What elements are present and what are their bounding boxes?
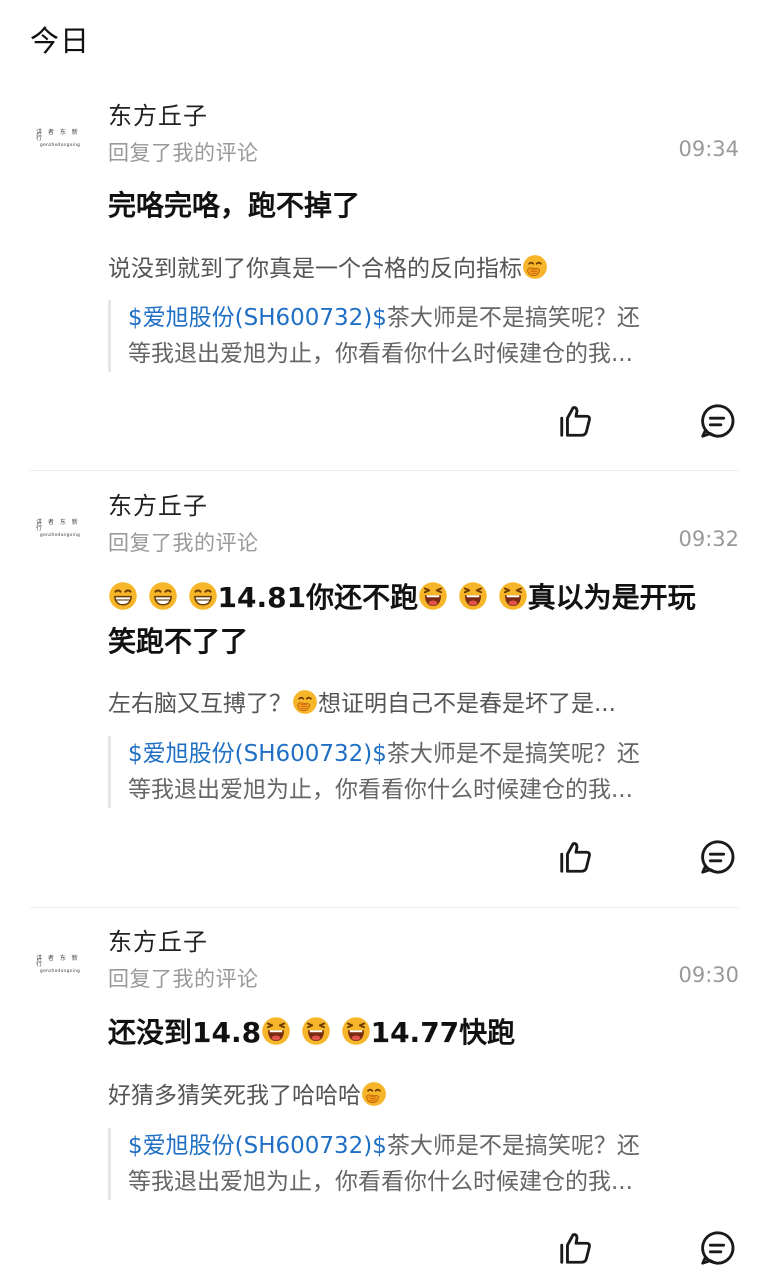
like-button[interactable] bbox=[556, 1228, 596, 1268]
reply-title-text: 笑跑不了了 bbox=[108, 625, 249, 658]
reply-body[interactable]: 左右脑又互搏了？ 想证明自己不是春是坏了是... bbox=[108, 684, 728, 718]
action-text: 回复了我的评论 bbox=[108, 141, 259, 165]
divider bbox=[30, 470, 739, 471]
avatar[interactable]: 讲 者 东 新 行 genzhedongxing bbox=[36, 954, 84, 974]
avatar[interactable]: 讲 者 东 新 行 genzhedongxing bbox=[36, 518, 84, 538]
thumbs-up-icon bbox=[557, 402, 595, 440]
reply-title-text: 还没到14.8 bbox=[108, 1016, 262, 1049]
user-name[interactable]: 东方丘子 bbox=[108, 922, 208, 957]
quoted-comment[interactable]: $爱旭股份(SH600732)$茶大师是不是搞笑呢？还 等我退出爱旭为止，你看看… bbox=[108, 300, 738, 372]
laughing-emoji-icon bbox=[498, 581, 528, 611]
timestamp: 09:32 bbox=[678, 527, 739, 551]
thumbs-up-icon bbox=[557, 1229, 595, 1267]
timestamp: 09:34 bbox=[678, 137, 739, 161]
avatar-subtext: genzhedongxing bbox=[39, 968, 81, 974]
grinning-emoji-icon bbox=[108, 581, 138, 611]
stock-link[interactable]: $爱旭股份(SH600732)$ bbox=[128, 305, 387, 331]
user-name[interactable]: 东方丘子 bbox=[108, 96, 208, 131]
grinning-emoji-icon bbox=[148, 581, 178, 611]
face-with-hand-over-mouth-emoji-icon bbox=[361, 1081, 387, 1107]
reply-body-text: 想证明自己不是春是坏了是... bbox=[318, 691, 616, 717]
face-with-hand-over-mouth-emoji-icon bbox=[522, 254, 548, 280]
quote-text: 茶大师是不是搞笑呢？还 bbox=[386, 741, 640, 767]
thumbs-up-icon bbox=[557, 838, 595, 876]
user-name[interactable]: 东方丘子 bbox=[108, 486, 208, 521]
comment-button[interactable] bbox=[697, 1228, 737, 1268]
reply-body[interactable]: 好猜多猜笑死我了哈哈哈 bbox=[108, 1076, 728, 1110]
avatar-text: 讲 者 东 新 行 bbox=[36, 954, 80, 968]
reply-title[interactable]: 14.81你还不跑 真以为是开玩 笑跑不了了 bbox=[108, 576, 728, 664]
grinning-emoji-icon bbox=[188, 581, 218, 611]
avatar-subtext: genzhedongxing bbox=[39, 532, 81, 538]
reply-title-text: 14.77快跑 bbox=[370, 1016, 516, 1049]
quote-text: 等我退出爱旭为止，你看看你什么时候建仓的我... bbox=[128, 341, 633, 367]
reply-title-text: 14.81你还不跑 bbox=[217, 581, 419, 614]
quote-text: 等我退出爱旭为止，你看看你什么时候建仓的我... bbox=[128, 1169, 633, 1195]
avatar[interactable]: 讲 者 东 新 行 genzhedongxing bbox=[36, 128, 84, 148]
reply-body-text: 说没到就到了你真是一个合格的反向指标 bbox=[108, 256, 522, 282]
divider bbox=[30, 907, 739, 908]
quote-text: 等我退出爱旭为止，你看看你什么时候建仓的我... bbox=[128, 777, 633, 803]
comment-bubble-icon bbox=[698, 838, 736, 876]
comment-bubble-icon bbox=[698, 1229, 736, 1267]
quote-text: 茶大师是不是搞笑呢？还 bbox=[386, 1133, 640, 1159]
reply-body[interactable]: 说没到就到了你真是一个合格的反向指标 bbox=[108, 249, 728, 283]
reply-title[interactable]: 完咯完咯，跑不掉了 bbox=[108, 184, 728, 228]
reply-title[interactable]: 还没到14.8 14.77快跑 bbox=[108, 1011, 728, 1055]
reply-title-text: 真以为是开玩 bbox=[527, 581, 696, 614]
comment-bubble-icon bbox=[698, 402, 736, 440]
laughing-emoji-icon bbox=[261, 1016, 291, 1046]
notification-item[interactable]: 讲 者 东 新 行 genzhedongxing 东方丘子 回复了我的评论 09… bbox=[0, 922, 769, 1271]
like-button[interactable] bbox=[556, 837, 596, 877]
action-text: 回复了我的评论 bbox=[108, 967, 259, 991]
like-button[interactable] bbox=[556, 401, 596, 441]
reply-body-text: 左右脑又互搏了？ bbox=[108, 691, 292, 717]
laughing-emoji-icon bbox=[458, 581, 488, 611]
quote-text: 茶大师是不是搞笑呢？还 bbox=[386, 305, 640, 331]
reply-title-text: 完咯完咯，跑不掉了 bbox=[108, 189, 361, 222]
laughing-emoji-icon bbox=[341, 1016, 371, 1046]
laughing-emoji-icon bbox=[301, 1016, 331, 1046]
reply-body-text: 好猜多猜笑死我了哈哈哈 bbox=[108, 1083, 361, 1109]
quoted-comment[interactable]: $爱旭股份(SH600732)$茶大师是不是搞笑呢？还 等我退出爱旭为止，你看看… bbox=[108, 1128, 738, 1200]
section-title-today: 今日 bbox=[30, 24, 91, 58]
avatar-subtext: genzhedongxing bbox=[39, 142, 81, 148]
face-with-hand-over-mouth-emoji-icon bbox=[292, 689, 318, 715]
quoted-comment[interactable]: $爱旭股份(SH600732)$茶大师是不是搞笑呢？还 等我退出爱旭为止，你看看… bbox=[108, 736, 738, 808]
comment-button[interactable] bbox=[697, 837, 737, 877]
notification-item[interactable]: 讲 者 东 新 行 genzhedongxing 东方丘子 回复了我的评论 09… bbox=[0, 96, 769, 466]
avatar-text: 讲 者 东 新 行 bbox=[36, 128, 80, 142]
stock-link[interactable]: $爱旭股份(SH600732)$ bbox=[128, 741, 387, 767]
timestamp: 09:30 bbox=[678, 963, 739, 987]
action-text: 回复了我的评论 bbox=[108, 531, 259, 555]
laughing-emoji-icon bbox=[418, 581, 448, 611]
notification-item[interactable]: 讲 者 东 新 行 genzhedongxing 东方丘子 回复了我的评论 09… bbox=[0, 486, 769, 906]
comment-button[interactable] bbox=[697, 401, 737, 441]
stock-link[interactable]: $爱旭股份(SH600732)$ bbox=[128, 1133, 387, 1159]
avatar-text: 讲 者 东 新 行 bbox=[36, 518, 80, 532]
